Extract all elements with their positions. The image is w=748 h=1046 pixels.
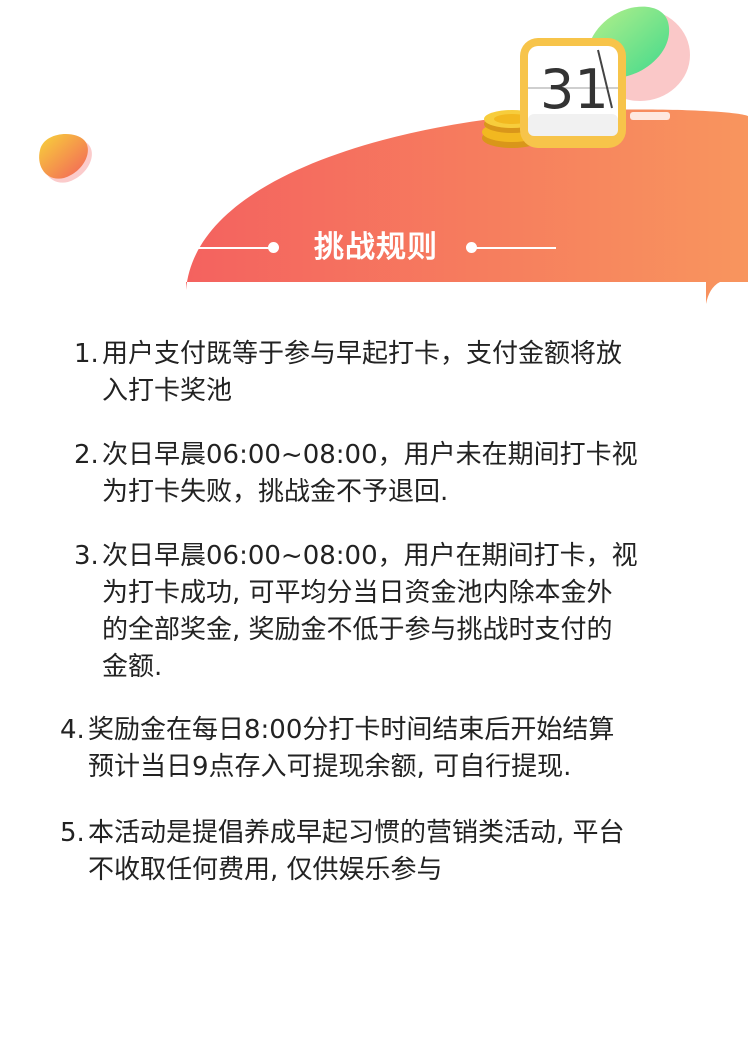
rule-number: 4. bbox=[60, 715, 85, 745]
banner-shape bbox=[186, 109, 748, 305]
rule-text-line: 为打卡失败，挑战金不予退回. bbox=[102, 477, 449, 507]
rule-text-line: 奖励金在每日8:00分打卡时间结束后开始结算 bbox=[88, 715, 615, 745]
rule-item-3: 3. 次日早晨06:00~08:00，用户在期间打卡，视 为打卡成功, 可平均分… bbox=[74, 538, 638, 686]
rule-text-line: 用户支付既等于参与早起打卡，支付金额将放 bbox=[102, 339, 623, 369]
calendar-date-text: 31 bbox=[540, 58, 609, 121]
page-title: 挑战规则 bbox=[314, 230, 438, 265]
calendar-icon: 31 bbox=[520, 38, 626, 148]
yellow-blob-decoration bbox=[39, 134, 92, 183]
title-dot-left bbox=[268, 242, 279, 253]
rule-text-line: 的全部奖金, 奖励金不低于参与挑战时支付的 bbox=[102, 615, 613, 645]
rule-text-line: 本活动是提倡养成早起习惯的营销类活动, 平台 bbox=[88, 818, 625, 848]
title-divider-right bbox=[470, 247, 556, 249]
rule-item-4: 4. 奖励金在每日8:00分打卡时间结束后开始结算 预计当日9点存入可提现余额,… bbox=[60, 712, 614, 786]
rule-text-line: 预计当日9点存入可提现余额, 可自行提现. bbox=[88, 752, 572, 782]
rule-item-5: 5. 本活动是提倡养成早起习惯的营销类活动, 平台 不收取任何费用, 仅供娱乐参… bbox=[60, 815, 625, 889]
rule-text-line: 金额. bbox=[102, 652, 163, 682]
rule-item-1: 1. 用户支付既等于参与早起打卡，支付金额将放 入打卡奖池 bbox=[74, 336, 622, 410]
section-title: 挑战规则 bbox=[186, 222, 566, 274]
title-divider-left bbox=[190, 247, 272, 249]
rule-number: 1. bbox=[74, 339, 99, 369]
rule-text-line: 次日早晨06:00~08:00，用户在期间打卡，视 bbox=[102, 541, 638, 571]
rule-text-line: 入打卡奖池 bbox=[102, 376, 233, 406]
rule-number: 5. bbox=[60, 818, 85, 848]
rule-number: 2. bbox=[74, 440, 99, 470]
rule-text-line: 为打卡成功, 可平均分当日资金池内除本金外 bbox=[102, 578, 613, 608]
rule-number: 3. bbox=[74, 541, 99, 571]
rule-text-line: 次日早晨06:00~08:00，用户未在期间打卡视 bbox=[102, 440, 638, 470]
rule-item-2: 2. 次日早晨06:00~08:00，用户未在期间打卡视 为打卡失败，挑战金不予… bbox=[74, 437, 638, 511]
svg-text:钱: 钱 bbox=[400, 105, 422, 130]
rule-text-line: 不收取任何费用, 仅供娱乐参与 bbox=[88, 855, 443, 885]
